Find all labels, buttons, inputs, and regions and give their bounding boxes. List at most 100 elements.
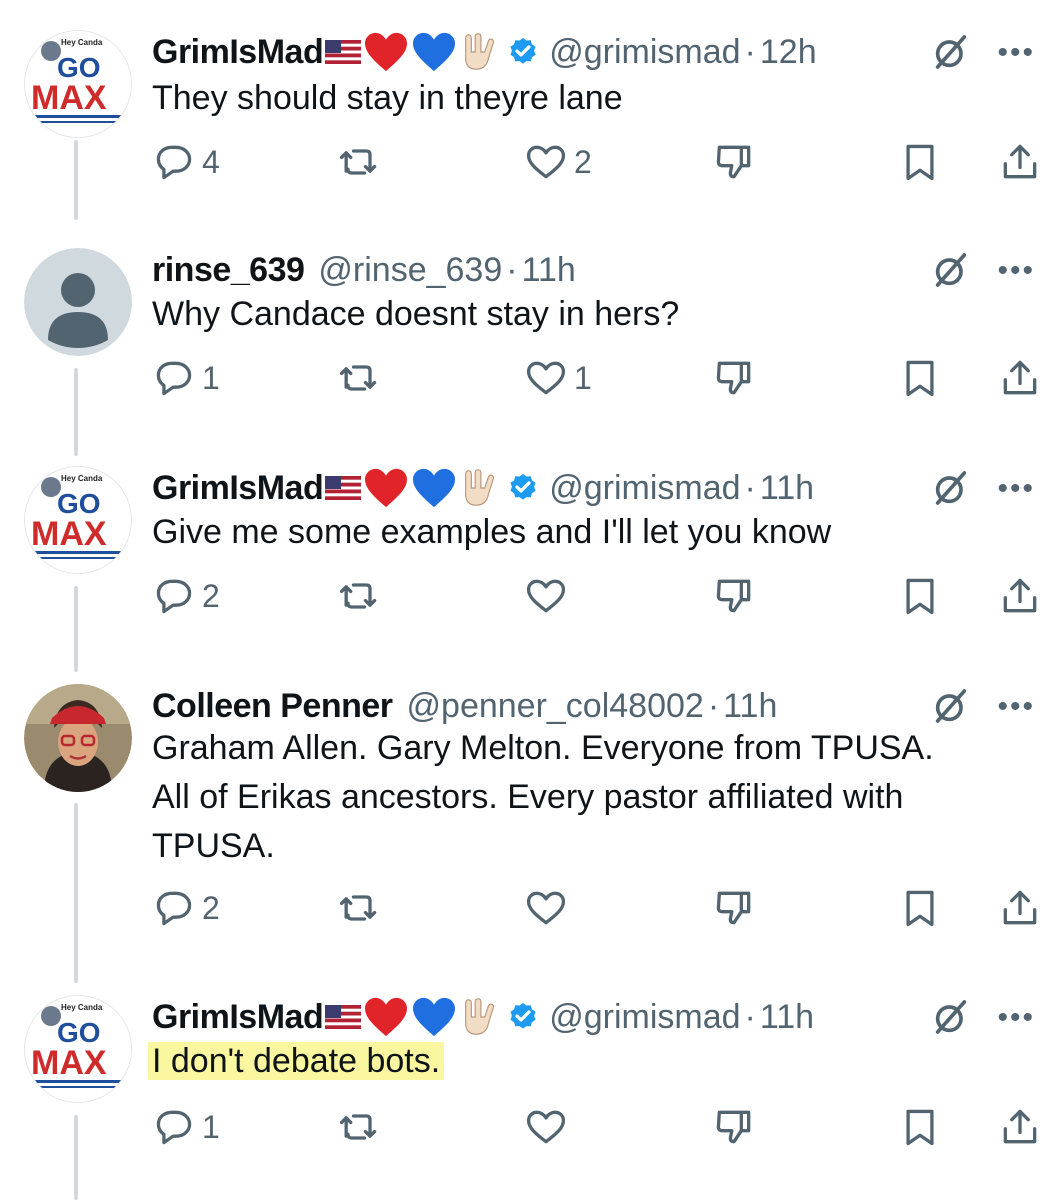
action-bar: 1 (152, 1105, 1042, 1151)
reply-button[interactable]: 2 (152, 886, 220, 930)
separator-dot: · (744, 468, 756, 507)
retweet-icon (339, 365, 377, 391)
tweet-text: They should stay in theyre lane (152, 79, 623, 117)
retweet-button[interactable] (337, 356, 387, 400)
bookmark-button[interactable] (898, 1105, 942, 1149)
share-button[interactable] (998, 356, 1042, 400)
display-name[interactable]: rinse_639 (152, 251, 305, 290)
share-button[interactable] (998, 140, 1042, 184)
bookmark-button[interactable] (898, 886, 942, 930)
tweet-text-line: TPUSA. (152, 827, 275, 865)
avatar-line3: MAX (31, 1044, 107, 1082)
retweet-button[interactable] (337, 886, 387, 930)
timestamp[interactable]: 12h (760, 33, 817, 72)
tweet-header: GrimIsMad @grimismad · 12h (152, 28, 817, 76)
retweet-icon (339, 895, 377, 921)
handle[interactable]: @grimismad (549, 33, 740, 72)
avatar-gomax[interactable]: Hey Canda GO MAX (24, 995, 132, 1103)
avatar-gomax[interactable]: Hey Canda GO MAX (24, 466, 132, 574)
tweet-header: GrimIsMad @grimismad · 11h (152, 993, 814, 1041)
retweet-button[interactable] (337, 574, 387, 618)
bookmark-button[interactable] (898, 356, 942, 400)
like-button[interactable]: 1 (524, 356, 592, 400)
heart-icon (526, 145, 566, 179)
avatar-gomax[interactable]: Hey Canda GO MAX (24, 30, 132, 138)
timestamp[interactable]: 11h (760, 998, 814, 1037)
avatar-line3: MAX (31, 515, 107, 553)
flag-us-icon (325, 40, 362, 64)
like-button[interactable] (524, 1105, 574, 1149)
bookmark-icon (906, 360, 934, 397)
grok-icon[interactable] (931, 997, 971, 1042)
thread-line (74, 1115, 78, 1200)
grok-icon[interactable] (931, 468, 971, 513)
share-button[interactable] (998, 886, 1042, 930)
handle[interactable]: @grimismad (549, 469, 740, 508)
bookmark-button[interactable] (898, 574, 942, 618)
share-icon (1003, 144, 1037, 179)
handle[interactable]: @rinse_639 (318, 251, 502, 290)
avatar-line3: MAX (31, 79, 107, 117)
reply-count: 1 (202, 359, 220, 396)
thread-line (74, 140, 78, 220)
reply-button[interactable]: 2 (152, 574, 220, 618)
downvote-icon (716, 891, 751, 925)
tweet-header: GrimIsMad @grimismad · 11h (152, 464, 814, 512)
more-icon[interactable]: ••• (997, 256, 1035, 286)
downvote-button[interactable] (712, 574, 756, 618)
like-count: 2 (574, 143, 592, 180)
handle[interactable]: @penner_col48002 (407, 687, 704, 726)
like-button[interactable] (524, 886, 574, 930)
more-icon[interactable]: ••• (997, 474, 1035, 504)
timestamp[interactable]: 11h (760, 469, 814, 508)
like-button[interactable]: 2 (524, 140, 592, 184)
downvote-button[interactable] (712, 356, 756, 400)
downvote-button[interactable] (712, 1105, 756, 1149)
reply-button[interactable]: 1 (152, 1105, 220, 1149)
downvote-button[interactable] (712, 140, 756, 184)
like-button[interactable] (524, 574, 574, 618)
reply-icon (156, 145, 192, 180)
share-button[interactable] (998, 574, 1042, 618)
retweet-icon (339, 1114, 377, 1140)
grok-icon[interactable] (931, 250, 971, 295)
display-name[interactable]: Colleen Penner (152, 687, 393, 726)
display-name[interactable]: GrimIsMad (152, 33, 324, 72)
grok-icon[interactable] (931, 686, 971, 731)
verified-badge-icon (507, 1001, 539, 1033)
tweet-text-line: All of Erikas ancestors. Every pastor af… (152, 778, 904, 816)
share-button[interactable] (998, 1105, 1042, 1149)
avatar-line1: Hey Canda (61, 1003, 103, 1012)
grok-icon[interactable] (931, 32, 971, 77)
share-icon (1003, 890, 1037, 925)
action-bar: 2 (152, 886, 1042, 932)
more-icon[interactable]: ••• (997, 692, 1035, 722)
avatar-line1: Hey Canda (61, 38, 103, 47)
bookmark-icon (906, 578, 934, 615)
tweet-text: I don't debate bots. (148, 1037, 445, 1086)
more-icon[interactable]: ••• (997, 38, 1035, 68)
reply-button[interactable]: 4 (152, 140, 220, 184)
bookmark-icon (906, 144, 934, 181)
downvote-icon (716, 361, 751, 395)
bookmark-button[interactable] (898, 140, 942, 184)
thread-line (74, 586, 78, 672)
reply-icon (156, 891, 192, 926)
display-name[interactable]: GrimIsMad (152, 998, 324, 1037)
share-icon (1003, 578, 1037, 613)
love-you-gesture-icon (459, 467, 499, 509)
downvote-icon (716, 145, 751, 179)
reply-button[interactable]: 1 (152, 356, 220, 400)
handle[interactable]: @grimismad (549, 998, 740, 1037)
avatar-photo[interactable] (24, 684, 132, 792)
downvote-icon (716, 1110, 751, 1144)
timestamp[interactable]: 11h (522, 251, 576, 290)
tweet-text-line: Graham Allen. Gary Melton. Everyone from… (152, 729, 934, 767)
retweet-button[interactable] (337, 140, 387, 184)
more-icon[interactable]: ••• (997, 1003, 1035, 1033)
display-name[interactable]: GrimIsMad (152, 469, 324, 508)
downvote-button[interactable] (712, 886, 756, 930)
timestamp[interactable]: 11h (723, 687, 777, 726)
avatar-default[interactable] (24, 248, 132, 356)
retweet-button[interactable] (337, 1105, 387, 1149)
